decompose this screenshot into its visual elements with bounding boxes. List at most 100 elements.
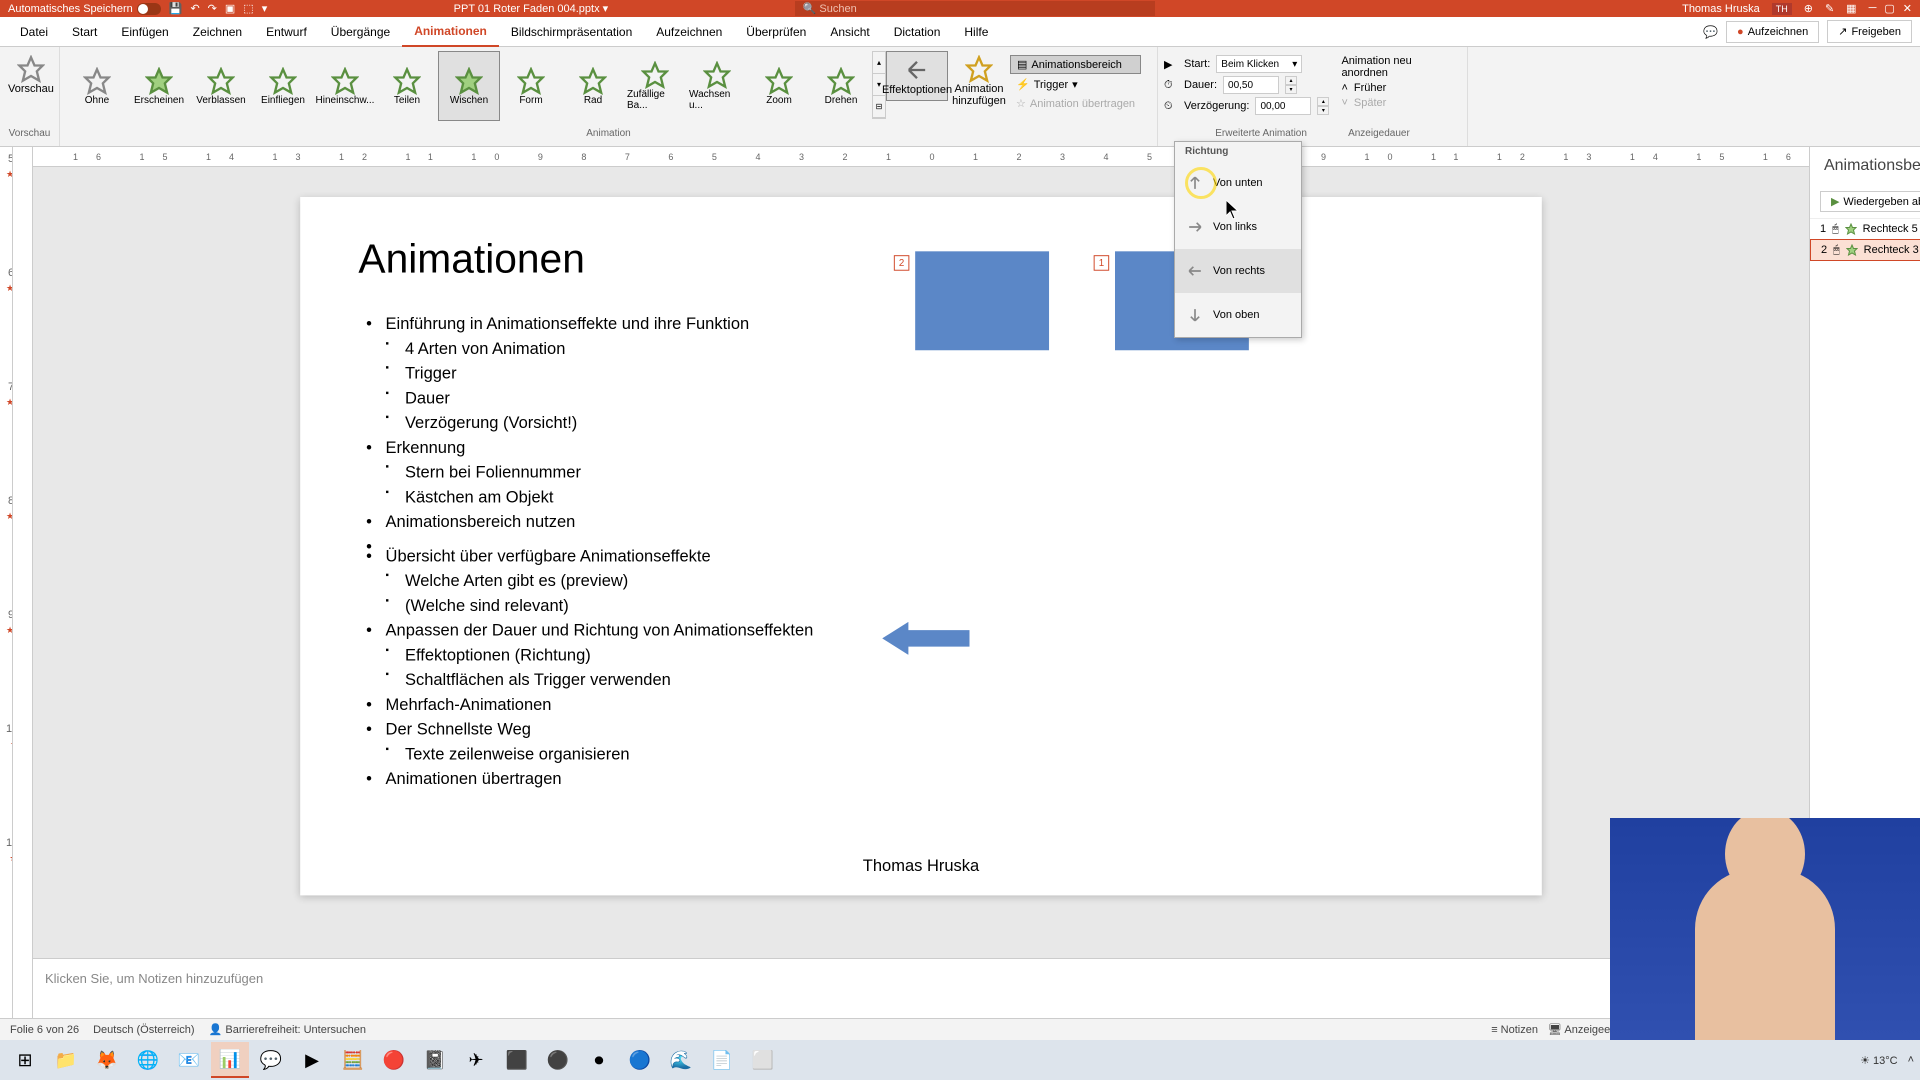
comments-icon[interactable]: 💬 bbox=[1703, 25, 1718, 39]
slide-canvas[interactable]: 2 1 Animationen Einführung in Animations… bbox=[300, 197, 1542, 895]
group-animation-label: Animation bbox=[66, 128, 1151, 142]
firefox-icon[interactable]: 🦊 bbox=[88, 1042, 126, 1078]
app8-icon[interactable]: ⬜ bbox=[744, 1042, 782, 1078]
weather-widget[interactable]: ☀ 13°C bbox=[1860, 1054, 1898, 1067]
aufzeichnen-button[interactable]: ●Aufzeichnen bbox=[1726, 21, 1819, 43]
app4-icon[interactable]: ⚫ bbox=[539, 1042, 577, 1078]
outlook-icon[interactable]: 📧 bbox=[170, 1042, 208, 1078]
edge-icon[interactable]: 🌊 bbox=[662, 1042, 700, 1078]
sync-icon[interactable]: ⊕ bbox=[1804, 2, 1813, 15]
maximize-icon[interactable]: ▢ bbox=[1884, 2, 1894, 15]
taskbar: ⊞ 📁 🦊 🌐 📧 📊 💬 ▶ 🧮 🔴 📓 ✈ ⬛ ⚫ ⏺ 🔵 🌊 📄 ⬜ ☀ … bbox=[0, 1040, 1920, 1080]
anim-zufaellige[interactable]: Zufällige Ba... bbox=[624, 51, 686, 121]
user-avatar[interactable]: TH bbox=[1772, 3, 1792, 15]
tray-chevron-icon[interactable]: ˄ bbox=[1908, 1054, 1914, 1066]
group-erweiterte-label: Erweiterte Animation bbox=[1215, 128, 1307, 139]
effektoptionen-button[interactable]: Effektoptionen bbox=[886, 51, 948, 101]
present-icon[interactable]: ▣ bbox=[225, 2, 235, 15]
start-select[interactable]: Beim Klicken ▾ bbox=[1216, 55, 1302, 73]
onenote-icon[interactable]: 📓 bbox=[416, 1042, 454, 1078]
dropdown-richtung-header: Richtung bbox=[1175, 142, 1301, 161]
close-icon[interactable]: ✕ bbox=[1903, 2, 1912, 15]
menu-dictation[interactable]: Dictation bbox=[882, 17, 953, 47]
redo-icon[interactable]: ↷ bbox=[208, 2, 217, 15]
anim-einfliegen[interactable]: Einfliegen bbox=[252, 51, 314, 121]
chrome-icon[interactable]: 🌐 bbox=[129, 1042, 167, 1078]
menu-einfuegen[interactable]: Einfügen bbox=[109, 17, 180, 47]
anim-wachsen[interactable]: Wachsen u... bbox=[686, 51, 748, 121]
webcam-overlay bbox=[1610, 818, 1920, 1040]
anim-zoom[interactable]: Zoom bbox=[748, 51, 810, 121]
app7-icon[interactable]: 📄 bbox=[703, 1042, 741, 1078]
anim-teilen[interactable]: Teilen bbox=[376, 51, 438, 121]
frueher-button[interactable]: ˄ Früher bbox=[1341, 82, 1461, 94]
accessibility[interactable]: 👤 Barrierefreiheit: Untersuchen bbox=[209, 1023, 366, 1036]
notes-input[interactable]: Klicken Sie, um Notizen hinzuzufügen bbox=[33, 958, 1809, 1018]
user-name[interactable]: Thomas Hruska bbox=[1682, 3, 1760, 15]
save-icon[interactable]: 💾 bbox=[169, 2, 183, 15]
menu-ueberpruefen[interactable]: Überprüfen bbox=[734, 17, 818, 47]
play-from-button[interactable]: ▶ Wiedergeben ab bbox=[1820, 191, 1920, 212]
animationsbereich-button[interactable]: ▤ Animationsbereich bbox=[1010, 55, 1141, 74]
spaeter-button: ˅ Später bbox=[1341, 97, 1461, 109]
calc-icon[interactable]: 🧮 bbox=[334, 1042, 372, 1078]
anim-erscheinen[interactable]: Erscheinen bbox=[128, 51, 190, 121]
anim-tag-1[interactable]: 1 bbox=[1094, 255, 1110, 271]
anim-form[interactable]: Form bbox=[500, 51, 562, 121]
menu-start[interactable]: Start bbox=[60, 17, 109, 47]
menu-animationen[interactable]: Animationen bbox=[402, 17, 499, 47]
menu-entwurf[interactable]: Entwurf bbox=[254, 17, 319, 47]
anim-ohne[interactable]: Ohne bbox=[66, 51, 128, 121]
verzoegerung-input[interactable]: 00,00 bbox=[1255, 97, 1311, 115]
notizen-button[interactable]: ≡ Notizen bbox=[1491, 1024, 1538, 1036]
telegram-icon[interactable]: ✈ bbox=[457, 1042, 495, 1078]
anim-tag-2[interactable]: 2 bbox=[894, 255, 910, 271]
menu-hilfe[interactable]: Hilfe bbox=[952, 17, 1000, 47]
vlc-icon[interactable]: ▶ bbox=[293, 1042, 331, 1078]
anim-list-item-1[interactable]: 1 🖱 Rechteck 5 bbox=[1810, 219, 1920, 239]
dauer-input[interactable]: 00,50 bbox=[1223, 76, 1279, 94]
animation-hinzufuegen-button[interactable]: Animation hinzufügen bbox=[948, 51, 1010, 111]
menu-ansicht[interactable]: Ansicht bbox=[818, 17, 881, 47]
ruler-vertical bbox=[13, 147, 33, 167]
search-icon: 🔍 bbox=[803, 2, 817, 15]
start-button[interactable]: ⊞ bbox=[6, 1042, 44, 1078]
direction-von-unten[interactable]: Von unten bbox=[1175, 161, 1301, 205]
anim-wischen[interactable]: Wischen bbox=[438, 51, 500, 121]
menu-aufzeichnen[interactable]: Aufzeichnen bbox=[644, 17, 734, 47]
anim-verblassen[interactable]: Verblassen bbox=[190, 51, 252, 121]
group-vorschau-label: Vorschau bbox=[6, 128, 53, 142]
anim-rad[interactable]: Rad bbox=[562, 51, 624, 121]
undo-icon[interactable]: ↶ bbox=[190, 2, 199, 15]
ruler-horizontal: 16 15 14 13 12 11 10 9 8 7 6 5 4 3 2 1 0… bbox=[33, 147, 1809, 167]
menu-zeichnen[interactable]: Zeichnen bbox=[181, 17, 254, 47]
anim-list-item-2[interactable]: 2 🖱 Rechteck 3 ▾ bbox=[1810, 239, 1920, 261]
menu-uebergaenge[interactable]: Übergänge bbox=[319, 17, 402, 47]
titlebar: Automatisches Speichern 💾 ↶ ↷ ▣ ⬚ ▾ PPT … bbox=[0, 0, 1920, 17]
touch-icon[interactable]: ⬚ bbox=[243, 2, 253, 15]
minimize-icon[interactable]: ─ bbox=[1869, 2, 1877, 15]
app2-icon[interactable]: 🔴 bbox=[375, 1042, 413, 1078]
app3-icon[interactable]: ⬛ bbox=[498, 1042, 536, 1078]
menu-bildschirmpraesentation[interactable]: Bildschirmpräsentation bbox=[499, 17, 644, 47]
anim-hineinschweben[interactable]: Hineinschw... bbox=[314, 51, 376, 121]
search-input[interactable]: 🔍 Suchen bbox=[795, 1, 1155, 16]
freigeben-button[interactable]: ↗Freigeben bbox=[1827, 20, 1912, 43]
app5-icon[interactable]: ⏺ bbox=[580, 1042, 618, 1078]
app-icon[interactable]: 💬 bbox=[252, 1042, 290, 1078]
direction-von-oben[interactable]: Von oben bbox=[1175, 293, 1301, 337]
language[interactable]: Deutsch (Österreich) bbox=[93, 1024, 194, 1036]
explorer-icon[interactable]: 📁 bbox=[47, 1042, 85, 1078]
direction-von-rechts[interactable]: Von rechts bbox=[1175, 249, 1301, 293]
slide-content[interactable]: Einführung in Animationseffekte und ihre… bbox=[358, 311, 1483, 791]
slide-thumbnail-panel[interactable]: 5★Animationen──────────── 6★Animationen … bbox=[0, 147, 13, 1018]
anim-drehen[interactable]: Drehen bbox=[810, 51, 872, 121]
autosave-toggle[interactable]: Automatisches Speichern bbox=[8, 3, 161, 15]
menu-datei[interactable]: Datei bbox=[8, 17, 60, 47]
powerpoint-icon[interactable]: 📊 bbox=[211, 1042, 249, 1078]
trigger-button[interactable]: ⚡ Trigger ▾ bbox=[1010, 76, 1141, 93]
app6-icon[interactable]: 🔵 bbox=[621, 1042, 659, 1078]
vorschau-button[interactable]: Vorschau bbox=[6, 51, 56, 99]
window-icon[interactable]: ▦ bbox=[1846, 2, 1856, 15]
draw-icon[interactable]: ✎ bbox=[1825, 2, 1834, 15]
